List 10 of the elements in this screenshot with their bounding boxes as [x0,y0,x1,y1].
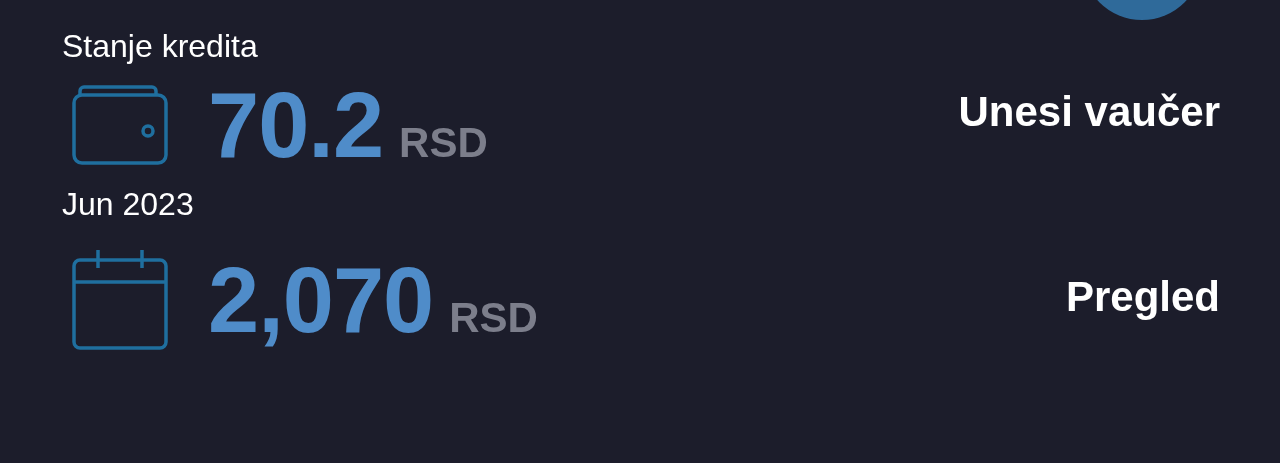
currency-label: RSD [449,297,538,339]
amount-value: 70.2 [208,79,384,171]
wallet-icon [72,85,168,165]
action-link[interactable]: Pregled [1065,276,1220,318]
calendar-icon [72,248,168,352]
currency-label: RSD [399,122,488,164]
section-label: Jun 2023 [62,185,194,224]
action-link[interactable]: Unesi vaučer [958,91,1220,133]
amount-value: 2,070 [208,254,434,346]
section-label: Stanje kredita [62,27,258,66]
